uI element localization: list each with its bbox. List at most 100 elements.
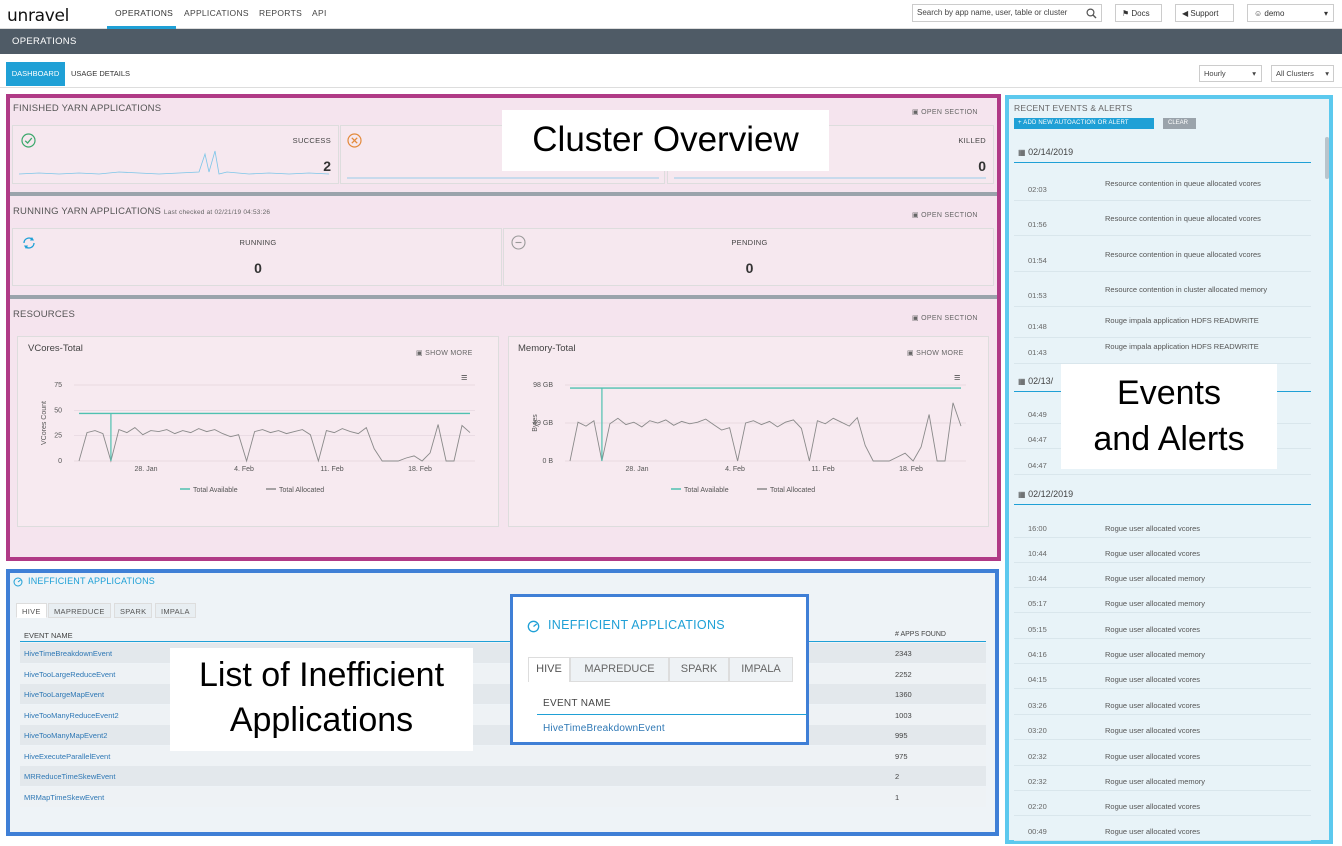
col-event-name[interactable]: EVENT NAME (24, 631, 73, 640)
running-card[interactable]: RUNNING 0 (12, 228, 502, 286)
event-item[interactable]: Rogue user allocated vcores (1105, 802, 1285, 813)
app-logo[interactable]: unravel (7, 6, 69, 26)
table-row[interactable]: MRMapTimeSkewEvent 1 (20, 786, 986, 807)
event-item[interactable]: Rogue user allocated vcores (1105, 827, 1285, 838)
event-name-link[interactable]: HiveTooManyReduceEvent2 (24, 711, 119, 720)
event-item[interactable]: Rogue user allocated memory (1105, 574, 1285, 585)
open-section-resources[interactable]: ▣ OPEN SECTION (912, 314, 978, 322)
zoom-tab-spark[interactable]: SPARK (669, 657, 729, 682)
search-input[interactable]: Search by app name, user, table or clust… (912, 4, 1102, 22)
apps-found-count: 1360 (895, 690, 912, 699)
support-label: Support (1190, 9, 1219, 18)
event-name-link[interactable]: HiveTooManyMapEvent2 (24, 731, 107, 740)
calendar-icon: ▦ (1018, 148, 1026, 157)
event-item[interactable]: Rogue user allocated vcores (1105, 549, 1285, 560)
docs-button[interactable]: ⚑ Docs (1115, 4, 1162, 22)
killed-label: KILLED (958, 136, 986, 145)
page-title: OPERATIONS (12, 36, 77, 47)
table-row[interactable]: HiveTimeBreakdownEvent 2343 (20, 643, 986, 663)
nav-tab-reports[interactable]: REPORTS (259, 8, 302, 18)
zoom-first-row[interactable]: HiveTimeBreakdownEvent (543, 723, 665, 734)
event-item[interactable]: Rogue user allocated vcores (1105, 524, 1285, 535)
event-time: 02:32 (1028, 777, 1047, 786)
event-item[interactable]: Rouge impala application HDFS READWRITE (1105, 342, 1285, 353)
event-name-link[interactable]: MRReduceTimeSkewEvent (24, 772, 115, 781)
show-more-vcores[interactable]: ▣ SHOW MORE (416, 349, 473, 357)
zoom-inset: INEFFICIENT APPLICATIONS HIVE MAPREDUCE … (510, 594, 809, 745)
legend-label[interactable]: Total Available (193, 487, 238, 494)
clear-button[interactable]: CLEAR (1163, 118, 1196, 129)
event-separator (1014, 271, 1311, 272)
nav-tab-applications[interactable]: APPLICATIONS (184, 8, 249, 18)
table-row[interactable]: HiveExecuteParallelEvent 975 (20, 745, 986, 766)
event-item[interactable]: Rogue user allocated memory (1105, 650, 1285, 661)
zoom-tab-hive[interactable]: HIVE (528, 657, 570, 682)
table-row[interactable]: HiveTooLargeMapEvent 1360 (20, 684, 986, 704)
interval-select[interactable]: Hourly ▾ (1199, 65, 1262, 82)
event-item[interactable]: Rouge impala application HDFS READWRITE (1105, 316, 1285, 327)
event-name-link[interactable]: HiveTimeBreakdownEvent (24, 649, 112, 658)
success-card[interactable]: SUCCESS 2 (12, 125, 339, 184)
tab-mapreduce[interactable]: MAPREDUCE (48, 603, 111, 618)
nav-tab-api[interactable]: API (312, 8, 327, 18)
tab-hive[interactable]: HIVE (16, 603, 47, 618)
table-row[interactable]: MRReduceTimeSkewEvent 2 (20, 766, 986, 786)
event-item[interactable]: Rogue user allocated vcores (1105, 726, 1285, 737)
user-menu[interactable]: ☺ demo ▾ (1247, 4, 1334, 22)
legend-label[interactable]: Total Allocated (279, 487, 324, 494)
event-date-line (1014, 162, 1311, 163)
tab-impala[interactable]: IMPALA (155, 603, 196, 618)
table-row[interactable]: HiveTooManyMapEvent2 995 (20, 725, 986, 745)
col-apps-found[interactable]: # APPS FOUND (895, 631, 946, 638)
event-item[interactable]: Resource contention in queue allocated v… (1105, 250, 1285, 261)
cluster-select[interactable]: All Clusters ▾ (1271, 65, 1334, 82)
open-section-running[interactable]: ▣ OPEN SECTION (912, 211, 978, 219)
tab-spark[interactable]: SPARK (114, 603, 153, 618)
event-date: 02/14/2019 (1028, 147, 1074, 157)
event-time: 04:49 (1028, 410, 1047, 419)
event-item[interactable]: Rogue user allocated vcores (1105, 675, 1285, 686)
legend-label[interactable]: Total Allocated (770, 487, 815, 494)
event-item[interactable]: Resource contention in queue allocated v… (1105, 179, 1285, 190)
show-more-memory[interactable]: ▣ SHOW MORE (907, 349, 964, 357)
tab-usage-details[interactable]: USAGE DETAILS (71, 69, 130, 78)
search-icon[interactable] (1086, 8, 1097, 19)
add-autoaction-button[interactable]: + ADD NEW AUTOACTION OR ALERT (1014, 118, 1154, 129)
event-time: 03:26 (1028, 701, 1047, 710)
event-item[interactable]: Rogue user allocated vcores (1105, 625, 1285, 636)
events-scrollbar[interactable] (1325, 137, 1329, 179)
support-button[interactable]: ◀ Support (1175, 4, 1234, 22)
y-tick-label: 0 B (542, 458, 553, 465)
table-row[interactable]: HiveTooManyReduceEvent2 1003 (20, 704, 986, 725)
event-item[interactable]: Rogue user allocated vcores (1105, 752, 1285, 763)
event-item[interactable]: Rogue user allocated memory (1105, 599, 1285, 610)
chart-title: Memory-Total (518, 343, 576, 354)
interval-value: Hourly (1204, 69, 1226, 78)
zoom-tab-impala[interactable]: IMPALA (729, 657, 793, 682)
event-date-header: ▦ 02/13/ (1018, 376, 1053, 386)
event-item[interactable]: Resource contention in queue allocated v… (1105, 214, 1285, 225)
pending-card[interactable]: PENDING 0 (503, 228, 994, 286)
event-date: 02/12/2019 (1028, 489, 1074, 499)
event-name-link[interactable]: MRMapTimeSkewEvent (24, 793, 104, 802)
callout-list-line1: List of Inefficient (198, 656, 445, 694)
event-name-link[interactable]: HiveTooLargeReduceEvent (24, 670, 115, 679)
event-name-link[interactable]: HiveExecuteParallelEvent (24, 752, 110, 761)
cluster-value: All Clusters (1276, 69, 1314, 78)
caret-down-icon: ▾ (1252, 69, 1256, 78)
event-item[interactable]: Resource contention in cluster allocated… (1105, 285, 1285, 296)
open-section-finished[interactable]: ▣ OPEN SECTION (912, 108, 978, 116)
gauge-icon (13, 577, 23, 587)
legend-label[interactable]: Total Available (684, 487, 729, 494)
nav-tab-operations[interactable]: OPERATIONS (115, 8, 173, 18)
y-tick-label: 98 GB (533, 382, 553, 389)
tab-dashboard[interactable]: DASHBOARD (6, 62, 65, 86)
table-header-line (20, 641, 986, 642)
event-item[interactable]: Rogue user allocated memory (1105, 777, 1285, 788)
zoom-tab-mapreduce[interactable]: MAPREDUCE (570, 657, 669, 682)
event-time: 04:16 (1028, 650, 1047, 659)
success-label: SUCCESS (292, 136, 331, 145)
event-name-link[interactable]: HiveTooLargeMapEvent (24, 690, 104, 699)
table-row[interactable]: HiveTooLargeReduceEvent 2252 (20, 663, 986, 684)
event-item[interactable]: Rogue user allocated vcores (1105, 701, 1285, 712)
